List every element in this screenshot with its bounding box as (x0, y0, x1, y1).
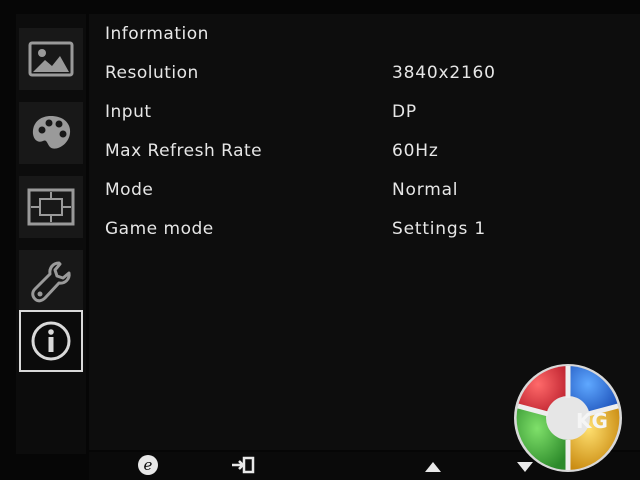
sidebar-item-information[interactable] (19, 310, 83, 372)
kg-watermark-logo: KG (512, 362, 624, 474)
info-row-game-mode: Game mode Settings 1 (105, 219, 625, 245)
info-value: DP (392, 102, 417, 122)
display-size-icon (27, 188, 75, 226)
info-label: Resolution (105, 63, 199, 83)
info-row-refresh-rate: Max Refresh Rate 60Hz (105, 141, 625, 167)
info-row-mode: Mode Normal (105, 180, 625, 206)
info-row-input: Input DP (105, 102, 625, 128)
page-title: Information (105, 24, 209, 44)
picture-icon (28, 41, 74, 77)
up-button[interactable] (423, 456, 443, 478)
info-icon (30, 320, 72, 362)
info-value: Settings 1 (392, 219, 486, 239)
exit-button[interactable] (231, 456, 255, 478)
info-label: Game mode (105, 219, 214, 239)
palette-icon (29, 113, 73, 153)
e-key-icon: e (137, 454, 159, 480)
info-row-resolution: Resolution 3840x2160 (105, 63, 625, 89)
svg-text:KG: KG (576, 409, 608, 433)
sidebar-item-system[interactable] (19, 250, 83, 312)
wrench-icon (29, 259, 73, 303)
e-key-button[interactable]: e (137, 454, 159, 480)
sidebar-item-color[interactable] (19, 102, 83, 164)
osd-sidebar (16, 14, 86, 454)
info-label: Max Refresh Rate (105, 141, 263, 161)
sidebar-item-display[interactable] (19, 176, 83, 238)
info-value: Normal (392, 180, 459, 200)
svg-text:e: e (144, 456, 153, 474)
info-label: Input (105, 102, 152, 122)
sidebar-item-picture[interactable] (19, 28, 83, 90)
info-value: 60Hz (392, 141, 439, 161)
exit-icon (231, 456, 255, 478)
osd-screen: Information Resolution 3840x2160 Input D… (0, 0, 640, 480)
up-arrow-icon (424, 458, 442, 477)
info-value: 3840x2160 (392, 63, 496, 83)
info-label: Mode (105, 180, 154, 200)
